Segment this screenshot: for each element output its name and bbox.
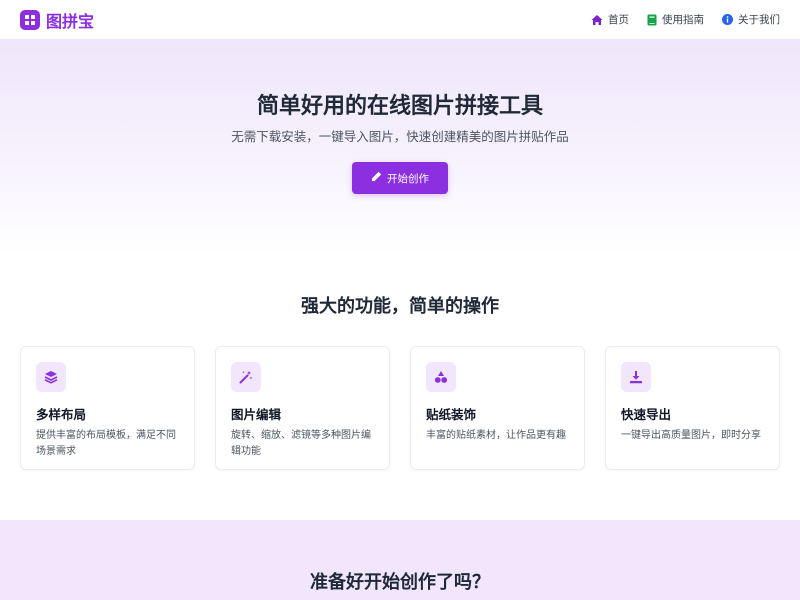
bottom-cta-title: 准备好开始创作了吗？ [310, 572, 490, 593]
nav-item-label: 使用指南 [662, 14, 704, 26]
feature-card-editing: 图片编辑 旋转、缩放、滤镜等多种图片编辑功能 [215, 346, 390, 470]
nav-item-home[interactable]: 首页 [591, 12, 629, 27]
hero-title: 简单好用的在线图片拼接工具 [256, 94, 543, 119]
feature-title: 多样布局 [36, 407, 87, 422]
feature-desc: 丰富的贴纸素材，让作品更有趣 [426, 430, 566, 441]
nav-item-label: 关于我们 [738, 14, 780, 26]
feature-title: 贴纸装饰 [426, 407, 477, 422]
bottom-cta-section: 准备好开始创作了吗？ [0, 520, 800, 600]
feature-desc: 提供丰富的布局模板，满足不同场景需求 [36, 430, 176, 457]
feature-title: 快速导出 [621, 407, 672, 422]
home-icon [591, 14, 603, 26]
hero-subtitle: 无需下载安装，一键导入图片，快速创建精美的图片拼贴作品 [231, 129, 569, 144]
feature-desc: 旋转、缩放、滤镜等多种图片编辑功能 [231, 430, 371, 457]
features-title: 强大的功能，简单的操作 [301, 296, 499, 317]
info-icon [722, 14, 733, 25]
feature-card-export: 快速导出 一键导出高质量图片，即时分享 [605, 346, 780, 470]
nav-item-about[interactable]: 关于我们 [722, 12, 780, 27]
brand-link[interactable]: 图拼宝 [20, 8, 94, 32]
top-navbar: 图拼宝 首页 使用指南 关于我们 [0, 0, 800, 40]
feature-cards: 多样布局 提供丰富的布局模板，满足不同场景需求 图片编辑 旋转、缩放、滤镜等多种… [20, 346, 780, 470]
shapes-icon [426, 362, 456, 392]
feature-desc: 一键导出高质量图片，即时分享 [621, 430, 761, 441]
book-icon [647, 14, 657, 26]
grid-icon [20, 9, 40, 30]
magic-wand-icon [231, 362, 261, 392]
start-creating-button[interactable]: 开始创作 [352, 162, 448, 194]
brand-name: 图拼宝 [46, 11, 95, 31]
nav-item-guide[interactable]: 使用指南 [647, 12, 704, 27]
download-icon [621, 362, 651, 392]
nav-links: 首页 使用指南 关于我们 [591, 12, 780, 27]
cta-label: 开始创作 [387, 172, 429, 185]
hero-section: 简单好用的在线图片拼接工具 无需下载安装，一键导入图片，快速创建精美的图片拼贴作… [0, 40, 800, 255]
nav-item-label: 首页 [608, 14, 629, 26]
pencil-icon [371, 171, 382, 185]
feature-card-stickers: 贴纸装饰 丰富的贴纸素材，让作品更有趣 [410, 346, 585, 470]
layers-icon [36, 362, 66, 392]
feature-card-layouts: 多样布局 提供丰富的布局模板，满足不同场景需求 [20, 346, 195, 470]
feature-title: 图片编辑 [231, 407, 282, 422]
